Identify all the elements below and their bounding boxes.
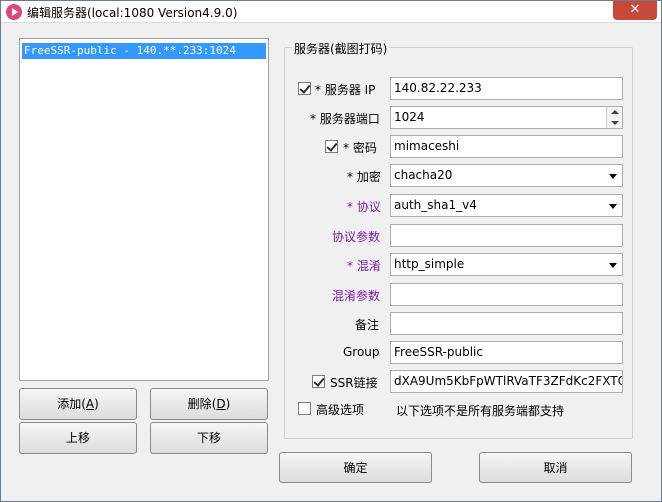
move-down-button[interactable]: 下移 xyxy=(150,422,268,454)
encryption-label: * 加密 xyxy=(347,170,381,184)
protocol-param-label: 协议参数 xyxy=(332,230,381,244)
group-label: Group xyxy=(343,345,380,359)
protocol-param-input[interactable] xyxy=(390,224,623,247)
cancel-button[interactable]: 取消 xyxy=(479,452,632,483)
port-spin-control[interactable] xyxy=(606,107,622,128)
server-group-legend: 服务器(截图打码) xyxy=(292,40,390,57)
add-button-label: 添加 xyxy=(57,397,82,411)
protocol-label: * 协议 xyxy=(347,200,381,214)
spin-down-icon[interactable] xyxy=(611,121,619,125)
encryption-select[interactable]: chacha20 xyxy=(390,164,623,187)
obfs-select[interactable]: http_simple xyxy=(390,253,623,276)
advanced-options-checkbox[interactable] xyxy=(298,402,311,415)
move-up-button[interactable]: 上移 xyxy=(19,422,137,454)
ssr-link-label: SSR链接 xyxy=(330,376,378,390)
delete-button-key: D xyxy=(216,397,226,411)
group-input[interactable]: FreeSSR-public xyxy=(390,341,623,364)
delete-button[interactable]: 删除(D) xyxy=(150,388,268,420)
server-list-item[interactable]: FreeSSR-public - 140.**.233:1024 xyxy=(22,43,266,59)
server-ip-input[interactable]: 140.82.22.233 xyxy=(390,77,623,100)
delete-button-label: 删除 xyxy=(187,397,212,411)
obfs-param-input[interactable] xyxy=(390,283,623,306)
server-port-value: 1024 xyxy=(394,110,425,124)
add-button-key: A xyxy=(85,397,95,411)
ssr-link-input[interactable]: dXA9Um5KbFpWTlRVaTF3ZFdKc2FXTQ xyxy=(390,370,623,393)
window-title: 编辑服务器(local:1080 Version4.9.0) xyxy=(27,6,238,20)
server-port-stepper[interactable]: 1024 xyxy=(390,106,623,129)
protocol-select[interactable]: auth_sha1_v4 xyxy=(390,194,623,217)
close-button[interactable]: ✕ xyxy=(613,1,657,20)
title-bar[interactable]: 编辑服务器(local:1080 Version4.9.0) ✕ xyxy=(1,1,661,23)
server-ip-checkbox[interactable] xyxy=(298,82,311,95)
obfs-label: * 混淆 xyxy=(347,259,381,273)
password-checkbox[interactable] xyxy=(325,140,338,153)
password-label: * 密码 xyxy=(343,141,377,155)
advanced-options-label[interactable]: 高级选项 xyxy=(316,401,364,418)
server-ip-label: * 服务器 IP xyxy=(315,83,376,97)
add-button[interactable]: 添加(A) xyxy=(19,388,137,420)
spin-up-icon[interactable] xyxy=(611,110,619,114)
edit-server-window: 编辑服务器(local:1080 Version4.9.0) ✕ FreeSSR… xyxy=(0,0,662,502)
server-list[interactable]: FreeSSR-public - 140.**.233:1024 xyxy=(19,38,269,381)
remarks-label: 备注 xyxy=(355,318,380,332)
ssr-link-checkbox[interactable] xyxy=(312,375,325,388)
ok-button[interactable]: 确定 xyxy=(279,452,432,483)
server-port-label: * 服务器端口 xyxy=(310,112,380,126)
app-logo-icon xyxy=(6,4,22,20)
remarks-input[interactable] xyxy=(390,312,623,335)
obfs-param-label: 混淆参数 xyxy=(332,289,381,303)
advanced-options-note: 以下选项不是所有服务端都支持 xyxy=(396,404,565,418)
password-input[interactable]: mimaceshi xyxy=(390,135,623,158)
